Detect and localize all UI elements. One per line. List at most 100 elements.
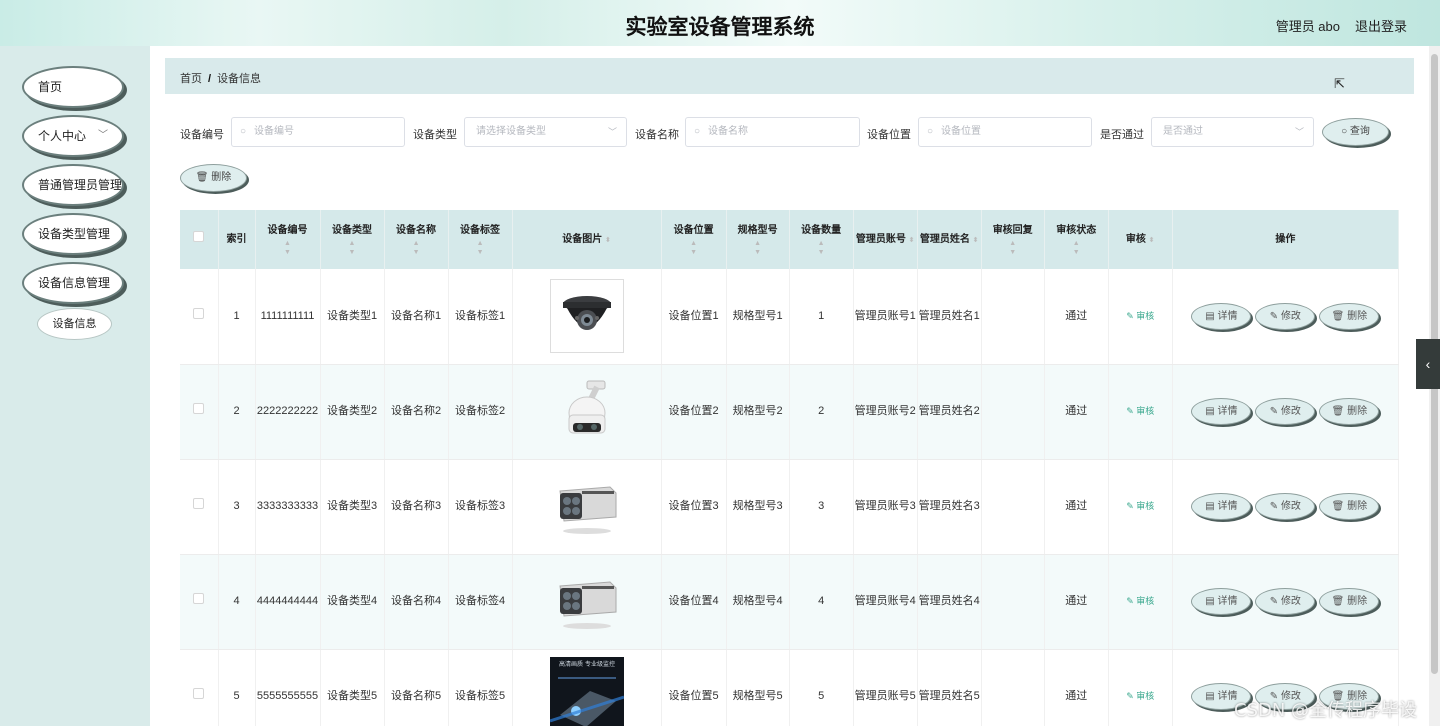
select-all-cell[interactable] bbox=[180, 210, 219, 269]
row-checkbox[interactable] bbox=[193, 593, 205, 604]
row-checkbox[interactable] bbox=[193, 688, 205, 699]
sidebar-item-device-type-management[interactable]: 设备类型管理 bbox=[22, 213, 124, 255]
audit-link[interactable]: ✎ 审核 bbox=[1126, 596, 1154, 606]
sort-icon[interactable]: ⬍ bbox=[973, 237, 979, 244]
cell-code: 3333333333 bbox=[255, 459, 321, 555]
row-select-cell[interactable] bbox=[180, 269, 219, 365]
document-icon: ▤ bbox=[1205, 596, 1218, 607]
col-name[interactable]: 设备名称 ▲ ▼ bbox=[384, 210, 449, 269]
sort-icon[interactable]: ⬍ bbox=[1149, 237, 1155, 244]
cell-admin-account: 管理员账号5 bbox=[853, 649, 918, 726]
col-location[interactable]: 设备位置 ▲ ▼ bbox=[661, 210, 727, 269]
dome-camera-image[interactable] bbox=[549, 279, 624, 354]
audit-link[interactable]: ✎ 审核 bbox=[1126, 691, 1154, 701]
col-audit[interactable]: 审核 ⬍ bbox=[1108, 210, 1173, 269]
cell-tag: 设备标签4 bbox=[448, 554, 513, 650]
detail-button-label: 详情 bbox=[1217, 501, 1238, 512]
ptz-camera-image[interactable] bbox=[550, 375, 624, 449]
col-type[interactable]: 设备类型 ▲ ▼ bbox=[320, 210, 385, 269]
row-select-cell[interactable] bbox=[180, 649, 219, 726]
filter-approved-select[interactable]: 是否通过 ﹀ bbox=[1151, 117, 1314, 147]
edit-button[interactable]: ✎ 修改 bbox=[1255, 588, 1316, 615]
filter-type-select[interactable]: 请选择设备类型 ﹀ bbox=[464, 117, 627, 147]
delete-button[interactable]: 🗑 删除 bbox=[1319, 398, 1380, 425]
col-admin-name[interactable]: 管理员姓名 ⬍ bbox=[917, 210, 982, 269]
col-reply[interactable]: 审核回复 ▲ ▼ bbox=[981, 210, 1045, 269]
edit-button[interactable]: ✎ 修改 bbox=[1255, 493, 1316, 520]
col-audit-label: 审核 bbox=[1125, 233, 1146, 245]
filter-name-input[interactable]: ○ 设备名称 bbox=[685, 117, 860, 147]
sidebar-subitem-device-info[interactable]: 设备信息 bbox=[37, 308, 112, 340]
sort-icon[interactable]: ▲ ▼ bbox=[449, 239, 512, 257]
bullet-camera-image[interactable] bbox=[550, 565, 624, 639]
col-tag[interactable]: 设备标签 ▲ ▼ bbox=[448, 210, 513, 269]
filter-location-input[interactable]: ○ 设备位置 bbox=[918, 117, 1092, 147]
batch-delete-button[interactable]: 🗑 删除 bbox=[180, 164, 247, 192]
detail-button[interactable]: ▤ 详情 bbox=[1191, 588, 1252, 615]
sort-icon[interactable]: ▲ ▼ bbox=[321, 239, 384, 257]
col-admin-name-label: 管理员姓名 bbox=[919, 233, 970, 245]
sort-icon[interactable]: ▲ ▼ bbox=[662, 239, 726, 257]
document-icon: ▤ bbox=[1205, 501, 1218, 512]
sort-icon[interactable]: ▲ ▼ bbox=[1045, 239, 1108, 257]
logout-link[interactable]: 退出登录 bbox=[1355, 16, 1407, 35]
cell-audit: ✎ 审核 bbox=[1108, 364, 1173, 460]
col-code[interactable]: 设备编号 ▲ ▼ bbox=[255, 210, 321, 269]
delete-button[interactable]: 🗑 删除 bbox=[1319, 302, 1380, 330]
document-icon: ▤ bbox=[1205, 691, 1218, 702]
sidebar-item-profile[interactable]: 个人中心 ﹀ bbox=[22, 115, 124, 157]
cell-index: 1 bbox=[218, 269, 256, 365]
row-select-cell[interactable] bbox=[180, 364, 219, 460]
row-checkbox[interactable] bbox=[193, 498, 205, 509]
trash-icon: 🗑 bbox=[1331, 501, 1348, 512]
sort-icon[interactable]: ▲ ▼ bbox=[256, 239, 320, 257]
row-checkbox[interactable] bbox=[193, 307, 205, 319]
sort-icon[interactable]: ▲ ▼ bbox=[727, 239, 789, 257]
pencil-icon: ✎ bbox=[1126, 501, 1137, 511]
delete-button[interactable]: 🗑 删除 bbox=[1319, 588, 1380, 615]
edit-button[interactable]: ✎ 修改 bbox=[1255, 302, 1316, 330]
row-checkbox[interactable] bbox=[193, 403, 205, 414]
cell-location: 设备位置5 bbox=[661, 649, 727, 726]
sidebar: 首页 个人中心 ﹀ 普通管理员管理 设备类型管理 设备信息管理 设备信息 bbox=[0, 46, 150, 726]
col-qty[interactable]: 设备数量 ▲ ▼ bbox=[789, 210, 854, 269]
sidebar-item-label: 首页 bbox=[38, 80, 63, 94]
edit-button-label: 修改 bbox=[1280, 596, 1301, 607]
product-poster-image[interactable]: 高清画质 专业级监控 bbox=[549, 656, 624, 726]
col-image[interactable]: 设备图片 ⬍ bbox=[512, 210, 662, 269]
search-icon: ○ bbox=[927, 126, 934, 137]
bullet-camera-image[interactable] bbox=[550, 470, 624, 544]
sort-icon[interactable]: ⬍ bbox=[605, 237, 611, 244]
col-location-label: 设备位置 bbox=[673, 225, 714, 236]
detail-button[interactable]: ▤ 详情 bbox=[1191, 398, 1252, 425]
filter-code-input[interactable]: ○ 设备编号 bbox=[231, 117, 405, 147]
row-select-cell[interactable] bbox=[180, 459, 219, 555]
collapse-panel-tab[interactable]: ‹ bbox=[1416, 339, 1440, 389]
sort-icon[interactable]: ⬍ bbox=[909, 237, 915, 244]
col-admin-account[interactable]: 管理员账号 ⬍ bbox=[853, 210, 918, 269]
audit-link[interactable]: ✎ 审核 bbox=[1126, 311, 1154, 321]
cell-status: 通过 bbox=[1044, 554, 1109, 650]
delete-button[interactable]: 🗑 删除 bbox=[1319, 493, 1380, 520]
select-all-checkbox[interactable] bbox=[193, 231, 205, 242]
detail-button[interactable]: ▤ 详情 bbox=[1191, 493, 1252, 520]
sidebar-item-home[interactable]: 首页 bbox=[22, 66, 124, 108]
search-icon: ○ bbox=[694, 126, 701, 137]
audit-link[interactable]: ✎ 审核 bbox=[1126, 406, 1154, 416]
detail-button[interactable]: ▤ 详情 bbox=[1191, 302, 1252, 330]
breadcrumb-home[interactable]: 首页 bbox=[180, 73, 202, 85]
query-button[interactable]: ○ 查询 bbox=[1322, 118, 1389, 146]
sidebar-item-device-info-management[interactable]: 设备信息管理 bbox=[22, 262, 124, 304]
col-status[interactable]: 审核状态 ▲ ▼ bbox=[1044, 210, 1109, 269]
cell-index: 4 bbox=[218, 554, 256, 650]
sidebar-item-admin-management[interactable]: 普通管理员管理 bbox=[22, 164, 124, 206]
cell-audit: ✎ 审核 bbox=[1108, 269, 1173, 365]
filter-location-label: 设备位置 bbox=[867, 129, 911, 141]
sort-icon[interactable]: ▲ ▼ bbox=[790, 239, 853, 257]
sort-icon[interactable]: ▲ ▼ bbox=[982, 239, 1044, 257]
col-spec[interactable]: 规格型号 ▲ ▼ bbox=[726, 210, 790, 269]
audit-link[interactable]: ✎ 审核 bbox=[1126, 501, 1154, 511]
row-select-cell[interactable] bbox=[180, 554, 219, 650]
edit-button[interactable]: ✎ 修改 bbox=[1255, 398, 1316, 425]
sort-icon[interactable]: ▲ ▼ bbox=[385, 239, 448, 257]
